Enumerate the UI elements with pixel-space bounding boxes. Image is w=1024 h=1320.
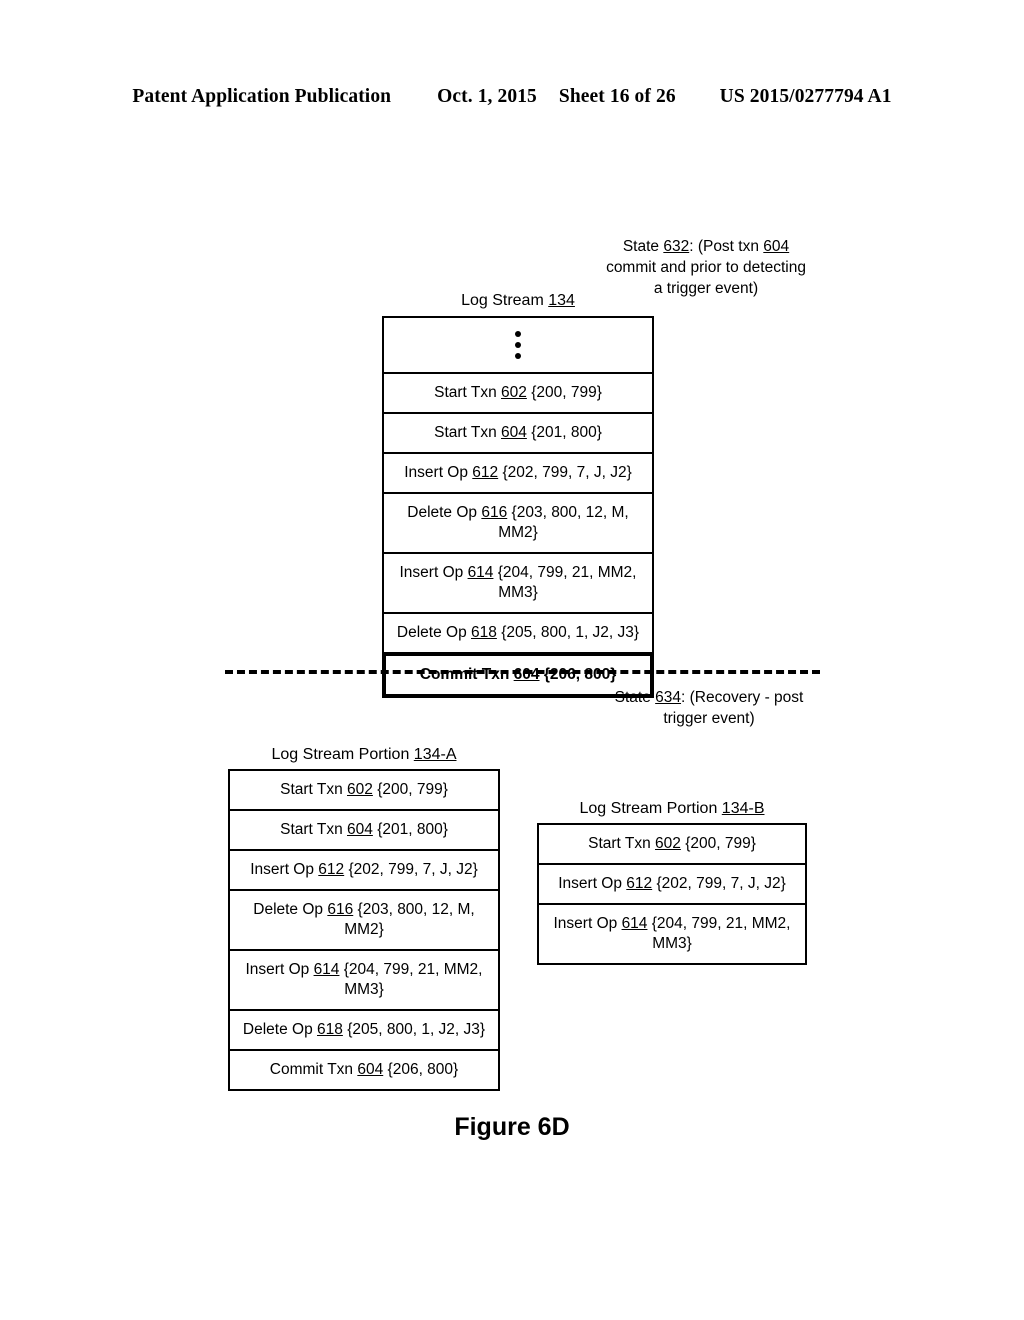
log-entry-arguments: {201, 800}	[526, 424, 602, 441]
vertical-ellipsis-icon	[384, 318, 652, 374]
log-stream-reference: 134	[548, 292, 575, 309]
log-entry-label: Insert Op	[399, 564, 468, 581]
log-entry-arguments: {202, 799, 7, J, J2}	[498, 464, 632, 481]
header-publication: Patent Application Publication	[132, 86, 392, 107]
log-stream-portion-a-reference: 134-A	[413, 746, 457, 763]
log-entry-reference: 616	[481, 504, 508, 521]
log-entry-reference: 612	[472, 464, 499, 481]
state-634-label: State 634: (Recovery - post trigger even…	[594, 687, 824, 729]
log-entry-row: Start Txn 604 {201, 800}	[230, 811, 498, 851]
log-entry-arguments: {205, 800, 1, J2, J3}	[496, 624, 640, 641]
state-632-reference: 632	[663, 238, 690, 255]
log-entry-label: Commit Txn	[419, 666, 514, 683]
header-patent-number: US 2015/0277794 A1	[719, 86, 892, 107]
log-stream-portion-a-table: Start Txn 602 {200, 799} Start Txn 604 {2…	[228, 769, 500, 1091]
log-entry-label: Start Txn	[588, 835, 656, 852]
ellipsis-dot	[515, 331, 521, 337]
log-entry-reference: 604	[357, 1061, 384, 1078]
log-stream-caption: Log Stream 134	[461, 292, 575, 309]
log-entry-row: Insert Op 612 {202, 799, 7, J, J2}	[230, 851, 498, 891]
figure-caption: Figure 6D	[454, 1113, 570, 1141]
log-entry-reference: 602	[655, 835, 681, 852]
log-entry-row: Start Txn 604 {201, 800}	[384, 414, 652, 454]
log-entry-label: Start Txn	[280, 781, 348, 798]
log-entry-arguments: {200, 799}	[680, 835, 756, 852]
log-entry-row: Commit Txn 604 {206, 800}	[230, 1051, 498, 1089]
section-divider	[225, 670, 820, 674]
log-entry-row: Delete Op 616 {203, 800, 12, M, MM2}	[384, 494, 652, 554]
log-entry-label: Insert Op	[245, 961, 314, 978]
log-entry-arguments: {204, 799, 21, MM2, MM3}	[493, 564, 637, 601]
log-entry-label: Start Txn	[280, 821, 348, 838]
log-entry-label: Delete Op	[396, 624, 472, 641]
log-entry-label: Insert Op	[404, 464, 473, 481]
log-stream-table: Start Txn 602 {200, 799} Start Txn 604 {2…	[382, 316, 654, 698]
state-634-reference: 634	[655, 689, 682, 706]
ellipsis-dot	[515, 342, 521, 348]
log-entry-reference: 602	[501, 384, 527, 401]
log-entry-arguments: {204, 799, 21, MM2, MM3}	[647, 915, 791, 952]
log-entry-arguments: {202, 799, 7, J, J2}	[652, 875, 786, 892]
log-entry-row: Insert Op 612 {202, 799, 7, J, J2}	[384, 454, 652, 494]
log-entry-label: Insert Op	[553, 915, 622, 932]
log-entry-label: Insert Op	[250, 861, 319, 878]
log-entry-row: Start Txn 602 {200, 799}	[539, 825, 805, 865]
log-entry-reference: 604	[347, 821, 373, 838]
log-entry-arguments: {201, 800}	[372, 821, 448, 838]
state-634-line-2: trigger event)	[663, 710, 755, 727]
log-entry-row: Delete Op 616 {203, 800, 12, M, MM2}	[230, 891, 498, 951]
log-entry-reference: 612	[318, 861, 345, 878]
log-entry-arguments: {203, 800, 12, M, MM2}	[498, 504, 629, 541]
log-entry-row: Start Txn 602 {200, 799}	[230, 771, 498, 811]
log-entry-reference: 618	[471, 624, 497, 641]
state-632-txn-reference: 604	[763, 238, 790, 255]
state-632-label: State 632: (Post txn 604 commit and prio…	[586, 236, 826, 299]
log-entry-label: Insert Op	[558, 875, 627, 892]
log-stream-portion-b-table: Start Txn 602 {200, 799} Insert Op 612 {2…	[537, 823, 807, 965]
state-632-line-2: commit and prior to detecting	[606, 259, 806, 276]
log-entry-row: Delete Op 618 {205, 800, 1, J2, J3}	[230, 1011, 498, 1051]
state-632-line-1: State 632: (Post txn 604	[622, 238, 790, 255]
log-entry-reference: 604	[513, 666, 540, 683]
log-entry-reference: 612	[626, 875, 653, 892]
log-entry-row: Insert Op 612 {202, 799, 7, J, J2}	[539, 865, 805, 905]
log-entry-row: Insert Op 614 {204, 799, 21, MM2, MM3}	[230, 951, 498, 1011]
log-entry-arguments: {202, 799, 7, J, J2}	[344, 861, 478, 878]
ellipsis-dot	[515, 353, 521, 359]
log-entry-label: Delete Op	[242, 1021, 318, 1038]
log-entry-reference: 616	[327, 901, 354, 918]
log-entry-arguments: {200, 799}	[372, 781, 448, 798]
log-entry-arguments: {206, 800}	[539, 666, 617, 683]
log-stream-portion-b-reference: 134-B	[721, 800, 765, 817]
log-entry-arguments: {203, 800, 12, M, MM2}	[344, 901, 475, 938]
page-header: Patent Application Publication Oct. 1, 20…	[0, 86, 1024, 108]
log-entry-reference: 614	[621, 915, 648, 932]
log-entry-reference: 604	[501, 424, 527, 441]
log-entry-arguments: {204, 799, 21, MM2, MM3}	[339, 961, 483, 998]
log-entry-row: Delete Op 618 {205, 800, 1, J2, J3}	[384, 614, 652, 654]
log-entry-arguments: {200, 799}	[526, 384, 602, 401]
log-entry-label: Commit Txn	[269, 1061, 358, 1078]
log-entry-row: Insert Op 614 {204, 799, 21, MM2, MM3}	[384, 554, 652, 614]
log-entry-row: Start Txn 602 {200, 799}	[384, 374, 652, 414]
log-entry-reference: 618	[317, 1021, 343, 1038]
header-sheet-number: Sheet 16 of 26	[558, 86, 676, 107]
log-entry-label: Start Txn	[434, 384, 502, 401]
log-entry-row: Insert Op 614 {204, 799, 21, MM2, MM3}	[539, 905, 805, 963]
header-date: Oct. 1, 2015	[437, 86, 537, 107]
log-stream-portion-b-caption: Log Stream Portion 134-B	[579, 800, 765, 817]
log-entry-reference: 602	[347, 781, 373, 798]
log-entry-label: Delete Op	[253, 901, 328, 918]
state-634-line-1: State 634: (Recovery - post	[614, 689, 804, 706]
log-entry-reference: 614	[313, 961, 340, 978]
log-entry-label: Delete Op	[407, 504, 482, 521]
log-entry-arguments: {206, 800}	[383, 1061, 459, 1078]
log-entry-reference: 614	[467, 564, 494, 581]
log-stream-portion-a-caption: Log Stream Portion 134-A	[271, 746, 457, 763]
log-entry-label: Start Txn	[434, 424, 502, 441]
log-entry-arguments: {205, 800, 1, J2, J3}	[342, 1021, 486, 1038]
